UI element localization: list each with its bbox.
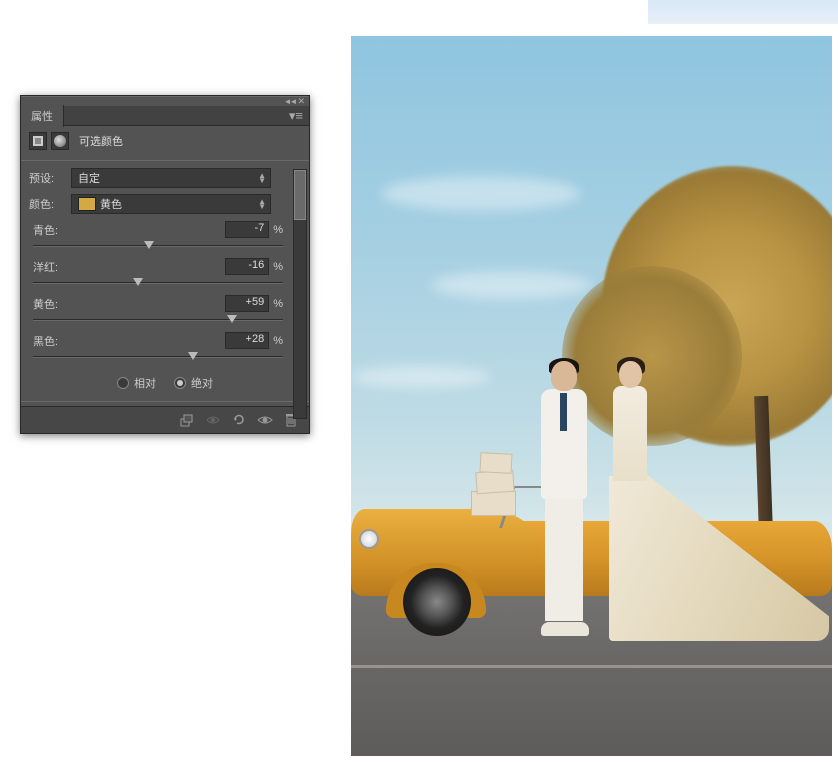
slider-magenta: 洋红: -16 % <box>29 254 301 291</box>
slider-black-label: 黑色: <box>33 333 58 349</box>
slider-magenta-handle[interactable] <box>133 278 143 286</box>
slider-yellow-handle[interactable] <box>227 315 237 323</box>
scrollbar[interactable] <box>293 169 307 419</box>
radio-absolute[interactable]: 绝对 <box>174 375 213 391</box>
color-value: 黄色 <box>100 196 122 212</box>
dropdown-arrows-icon: ▲▼ <box>258 173 266 183</box>
adjustment-mask-icon[interactable] <box>51 132 69 150</box>
slider-black-handle[interactable] <box>188 352 198 360</box>
panel-titlebar[interactable]: ◄◄ ✕ <box>21 96 309 106</box>
slider-cyan-value[interactable]: -7 <box>225 221 269 238</box>
preset-label: 预设: <box>29 170 65 186</box>
slider-yellow-label: 黄色: <box>33 296 58 312</box>
slider-magenta-track[interactable] <box>33 277 283 291</box>
reset-icon[interactable] <box>231 412 247 428</box>
slider-magenta-label: 洋红: <box>33 259 58 275</box>
panel-body: 预设: 自定 ▲▼ 颜色: 黄色 ▲▼ 青色: -7 % <box>21 165 309 397</box>
view-previous-icon[interactable] <box>205 412 221 428</box>
slider-cyan: 青色: -7 % <box>29 217 301 254</box>
panel-tabs: 属性 ▾≡ <box>21 106 309 126</box>
slider-yellow-track[interactable] <box>33 314 283 328</box>
slider-cyan-handle[interactable] <box>144 241 154 249</box>
dropdown-arrows-icon: ▲▼ <box>258 199 266 209</box>
visibility-icon[interactable] <box>257 412 273 428</box>
slider-cyan-label: 青色: <box>33 222 58 238</box>
slider-cyan-track[interactable] <box>33 240 283 254</box>
percent-label: % <box>273 224 283 236</box>
slider-magenta-value[interactable]: -16 <box>225 258 269 275</box>
color-label: 颜色: <box>29 196 65 212</box>
percent-label: % <box>273 298 283 310</box>
divider <box>21 160 309 161</box>
slider-yellow: 黄色: +59 % <box>29 291 301 328</box>
panel-menu-icon[interactable]: ▾≡ <box>283 108 309 124</box>
radio-absolute-button[interactable] <box>174 377 186 389</box>
slider-black-track[interactable] <box>33 351 283 365</box>
adjustment-header: 可选颜色 <box>21 126 309 156</box>
radio-relative-button[interactable] <box>117 377 129 389</box>
scrollbar-thumb[interactable] <box>294 170 306 220</box>
preset-row: 预设: 自定 ▲▼ <box>29 165 301 191</box>
adjustment-title: 可选颜色 <box>79 133 123 149</box>
preview-image <box>351 36 832 756</box>
top-gradient-strip <box>648 0 838 24</box>
tab-properties[interactable]: 属性 <box>21 105 64 127</box>
divider <box>21 401 309 402</box>
close-icon[interactable]: ✕ <box>297 96 305 107</box>
slider-yellow-value[interactable]: +59 <box>225 295 269 312</box>
slider-black: 黑色: +28 % <box>29 328 301 365</box>
properties-panel: ◄◄ ✕ 属性 ▾≡ 可选颜色 预设: 自定 ▲▼ 颜色: <box>20 95 310 434</box>
color-swatch <box>78 197 96 211</box>
radio-absolute-label: 绝对 <box>191 375 213 391</box>
percent-label: % <box>273 261 283 273</box>
slider-black-value[interactable]: +28 <box>225 332 269 349</box>
method-radio-group: 相对 绝对 <box>29 365 301 397</box>
color-dropdown[interactable]: 黄色 ▲▼ <box>71 194 271 214</box>
preset-value: 自定 <box>78 170 100 186</box>
adjustment-thumb-icon[interactable] <box>29 132 47 150</box>
percent-label: % <box>273 335 283 347</box>
radio-relative[interactable]: 相对 <box>117 375 156 391</box>
preset-dropdown[interactable]: 自定 ▲▼ <box>71 168 271 188</box>
color-row: 颜色: 黄色 ▲▼ <box>29 191 301 217</box>
collapse-arrows-icon[interactable]: ◄◄ <box>284 97 296 106</box>
panel-footer <box>21 406 309 433</box>
clip-to-layer-icon[interactable] <box>179 412 195 428</box>
radio-relative-label: 相对 <box>134 375 156 391</box>
